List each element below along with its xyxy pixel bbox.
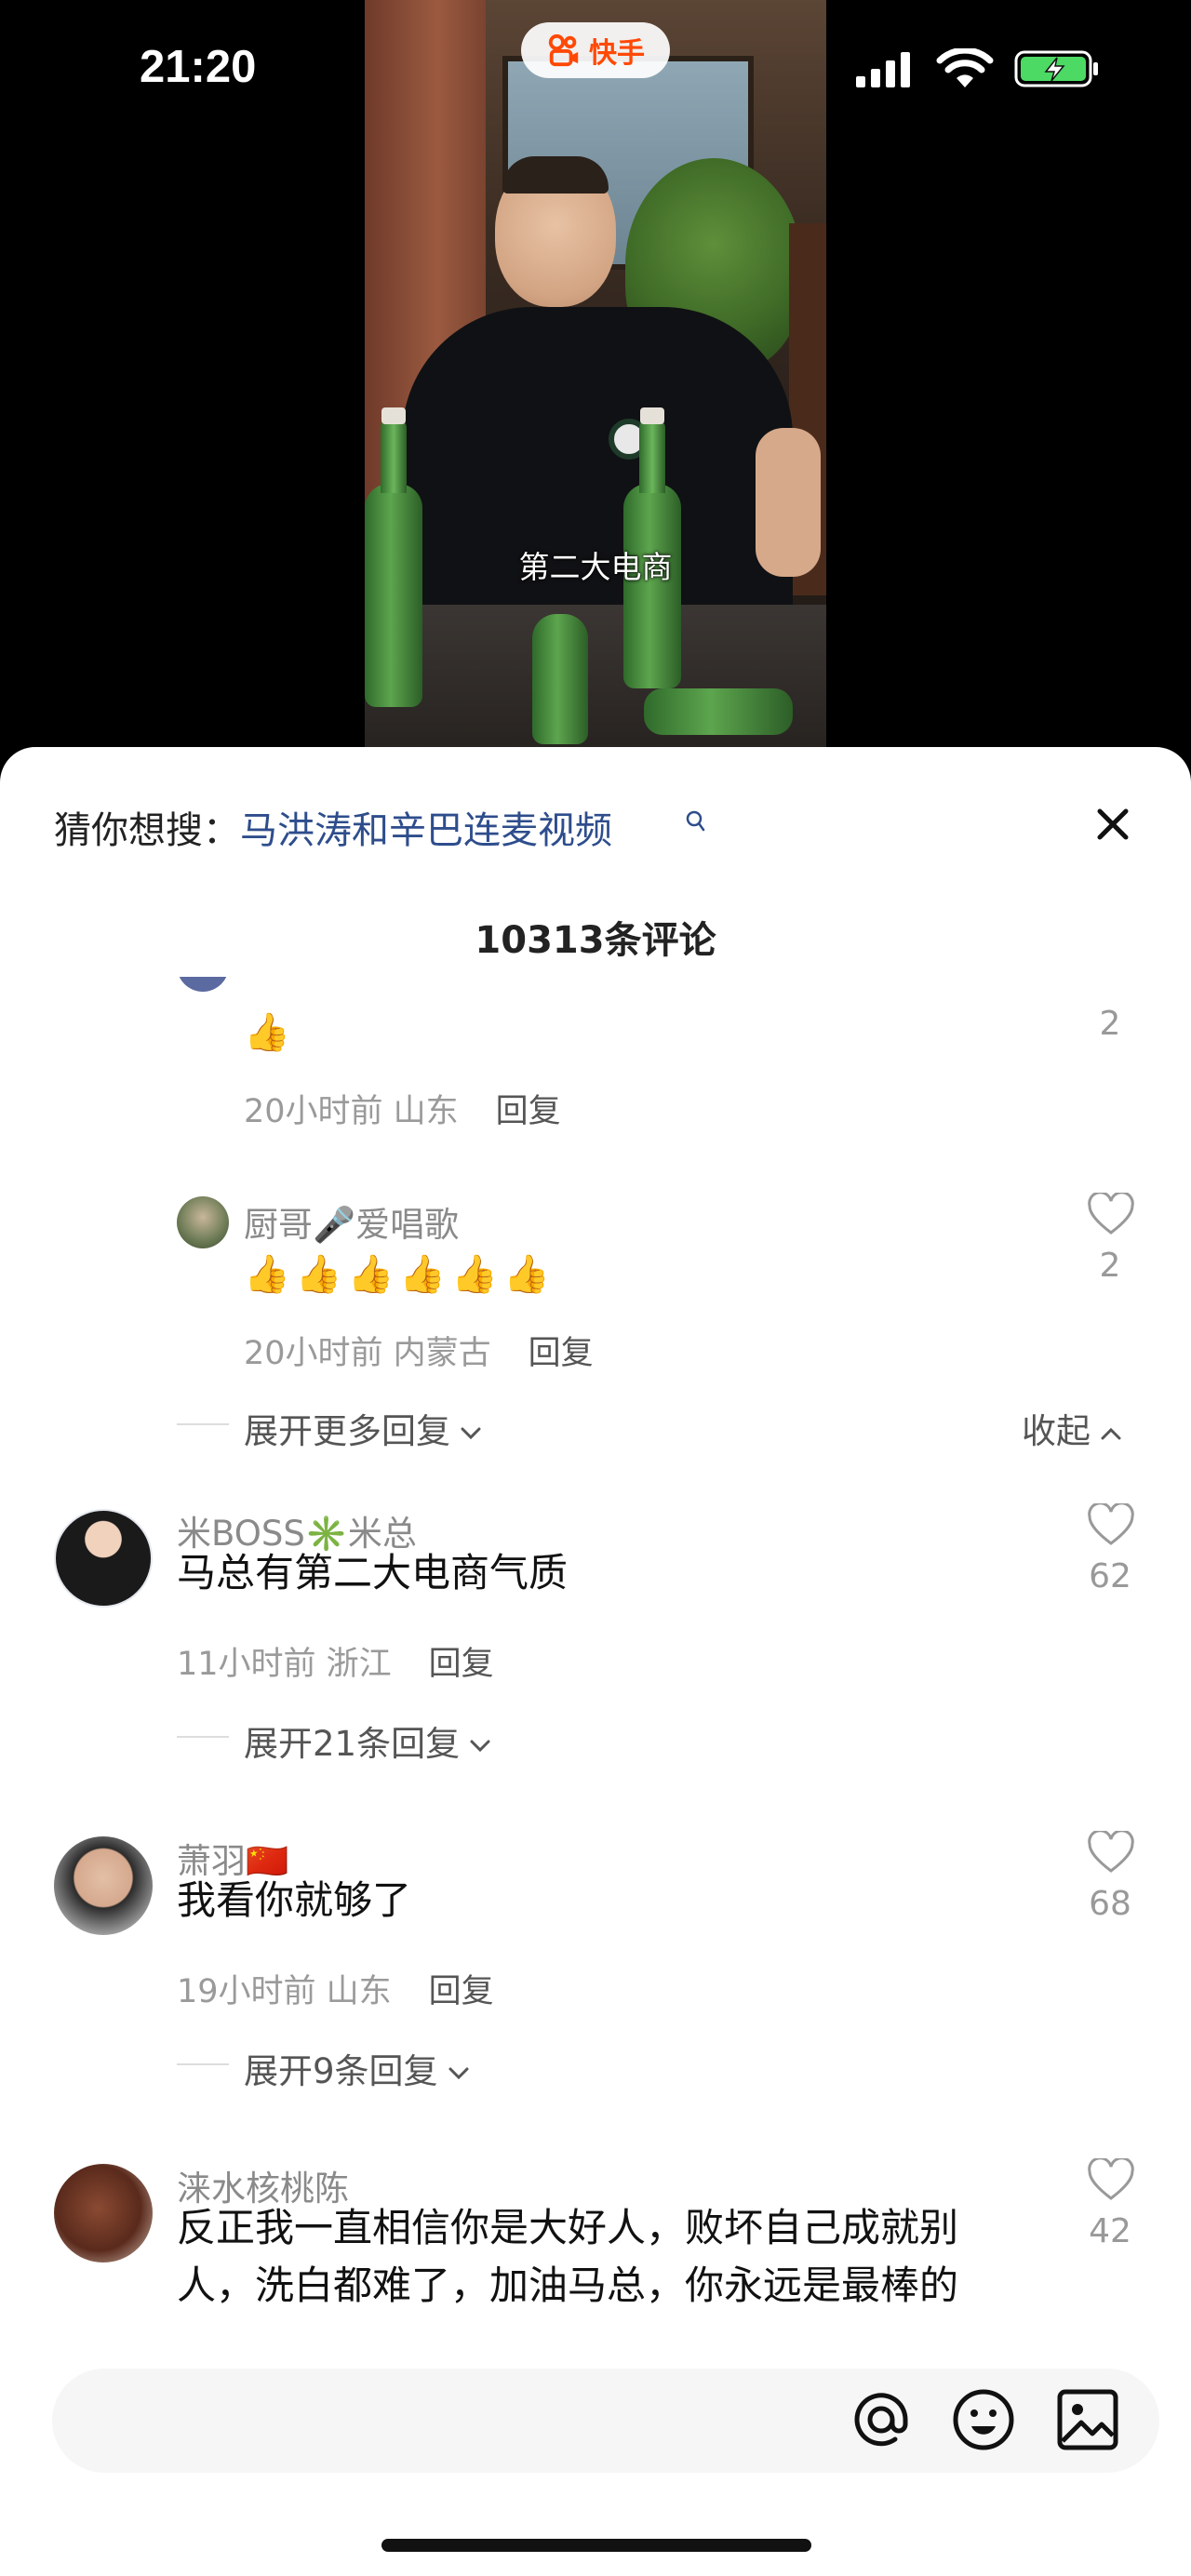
- comment-meta: 20小时前 山东 回复: [244, 1085, 561, 1132]
- video-bottle: [532, 614, 588, 744]
- collapse-label: 收起: [1022, 1411, 1091, 1451]
- expand-replies-button[interactable]: 展开21条回复: [244, 1715, 491, 1766]
- video-subtitle: 第二大电商: [518, 549, 673, 585]
- comment-count: 10313条评论: [475, 919, 716, 962]
- video-bottle: [365, 407, 422, 707]
- like-count: 2: [1099, 1005, 1121, 1043]
- like-count: 68: [1089, 1885, 1131, 1923]
- avatar[interactable]: [177, 977, 229, 992]
- thread-controls: 展开更多回复 收起: [0, 1395, 1191, 1461]
- video-player[interactable]: 第二大电商: [0, 0, 1191, 772]
- video-frame[interactable]: [365, 0, 826, 772]
- avatar[interactable]: [54, 1836, 153, 1935]
- video-bottle: [644, 688, 793, 735]
- reply-button[interactable]: 回复: [429, 1646, 494, 1683]
- status-time: 21:20: [140, 42, 257, 92]
- like-count: 2: [1099, 1247, 1121, 1285]
- home-indicator[interactable]: [381, 2539, 811, 2552]
- divider-line: [177, 1736, 229, 1738]
- close-icon[interactable]: [1092, 804, 1133, 845]
- expand-more-replies-button[interactable]: 展开更多回复: [244, 1403, 482, 1453]
- at-icon[interactable]: [849, 2387, 914, 2452]
- reply-item: 👍 2 20小时前 山东 回复: [0, 977, 1191, 1163]
- comment-time-location: 11小时前 浙江: [177, 1646, 392, 1683]
- expand-replies-label: 展开21条回复: [244, 1724, 461, 1764]
- kuaishou-logo-icon: [548, 33, 579, 67]
- chevron-down-icon: [461, 1427, 481, 1439]
- divider-line: [177, 2063, 229, 2065]
- suggested-search-query[interactable]: 马洪涛和辛巴连麦视频: [240, 809, 612, 852]
- reply-button[interactable]: 回复: [529, 1335, 594, 1372]
- comment-time-location: 19小时前 山东: [177, 1973, 392, 2010]
- wifi-icon: [936, 48, 994, 87]
- reply-button[interactable]: 回复: [429, 1973, 494, 2010]
- comment-item: 米BOSS✳️米总 马总有第二大电商气质 62 11小时前 浙江 回复 展开21条…: [0, 1498, 1191, 1777]
- avatar[interactable]: [177, 1196, 229, 1248]
- comment-text: 马总有第二大电商气质: [177, 1550, 569, 1595]
- comment-text: 👍: [244, 1011, 296, 1054]
- comment-text: 反正我一直相信你是大好人，败坏自己成就别人，洗白都难了，加油马总，你永远是最棒的: [177, 2205, 959, 2308]
- suggested-search-prefix: 猜你想搜：: [54, 809, 240, 852]
- chevron-down-icon: [448, 2067, 469, 2079]
- signal-icon: [856, 52, 910, 87]
- kuaishou-app-badge[interactable]: 快手: [521, 22, 670, 78]
- commenter-name[interactable]: 厨哥🎤爱唱歌: [244, 1196, 459, 1247]
- chevron-up-icon: [1101, 1427, 1121, 1439]
- comment-item: 萧羽🇨🇳 我看你就够了 68 19小时前 山东 回复 展开9条回复: [0, 1825, 1191, 2104]
- comment-text: 我看你就够了: [177, 1877, 412, 1923]
- chevron-down-icon: [470, 1740, 490, 1752]
- avatar[interactable]: [54, 2164, 153, 2262]
- like-count: 42: [1089, 2212, 1131, 2250]
- search-icon[interactable]: [685, 809, 705, 834]
- image-icon[interactable]: [1055, 2387, 1120, 2452]
- heart-icon[interactable]: [1087, 1831, 1135, 1874]
- expand-replies-button[interactable]: 展开9条回复: [244, 2043, 470, 2093]
- comment-item: 涞水核桃陈 反正我一直相信你是大好人，败坏自己成就别人，洗白都难了，加油马总，你…: [0, 2153, 1191, 2344]
- heart-icon[interactable]: [1087, 1193, 1135, 1235]
- expand-replies-label: 展开9条回复: [244, 2051, 438, 2091]
- heart-icon[interactable]: [1087, 2158, 1135, 2201]
- avatar[interactable]: [54, 1509, 153, 1608]
- expand-more-label: 展开更多回复: [244, 1411, 450, 1451]
- comment-time-location: 20小时前 山东: [244, 1093, 459, 1130]
- suggested-search[interactable]: 猜你想搜：马洪涛和辛巴连麦视频: [54, 800, 612, 854]
- heart-icon[interactable]: [1087, 1503, 1135, 1546]
- reply-item: 厨哥🎤爱唱歌 👍👍👍👍👍👍 2 20小时前 内蒙古 回复: [0, 1172, 1191, 1377]
- comment-list[interactable]: 👍 2 20小时前 山东 回复 厨哥🎤爱唱歌 👍👍👍👍👍👍 2 20小时前 内蒙古…: [0, 977, 1191, 2344]
- like-count: 62: [1089, 1557, 1131, 1595]
- reply-button[interactable]: 回复: [496, 1093, 561, 1130]
- comment-meta: 11小时前 浙江 回复: [177, 1637, 494, 1685]
- divider-line: [177, 1423, 229, 1425]
- collapse-replies-button[interactable]: 收起: [1022, 1403, 1122, 1453]
- comment-time-location: 20小时前 内蒙古: [244, 1335, 491, 1372]
- comment-meta: 20小时前 内蒙古 回复: [244, 1327, 594, 1374]
- video-person-hair: [502, 156, 609, 194]
- battery-icon: [1014, 50, 1098, 87]
- comment-meta: 19小时前 山东 回复: [177, 1965, 494, 2012]
- comment-text: 👍👍👍👍👍👍: [244, 1253, 555, 1296]
- emoji-icon[interactable]: [951, 2387, 1016, 2452]
- app-name: 快手: [589, 37, 645, 70]
